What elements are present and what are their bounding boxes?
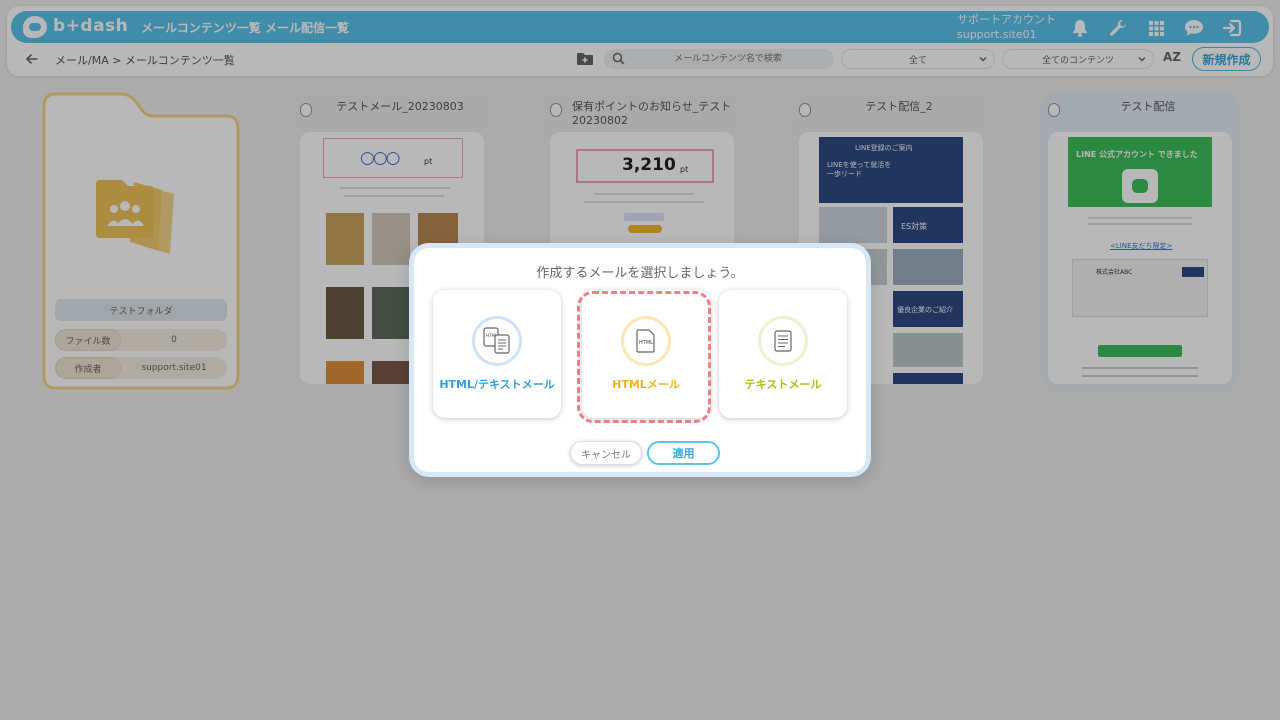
cancel-button[interactable]: キャンセル bbox=[570, 441, 642, 465]
option-label: HTML/テキストメール bbox=[439, 378, 555, 391]
option-label: テキストメール bbox=[744, 378, 822, 391]
option-html-text-mail[interactable]: HTML HTML/テキストメール bbox=[433, 290, 561, 418]
apply-button[interactable]: 適用 bbox=[647, 441, 720, 465]
option-text-mail[interactable]: テキストメール bbox=[719, 290, 847, 418]
text-mail-icon bbox=[758, 316, 808, 366]
dialog-title: 作成するメールを選択しましょう。 bbox=[536, 266, 744, 281]
html-text-mail-icon: HTML bbox=[472, 316, 522, 366]
selected-option-highlight bbox=[577, 291, 711, 423]
mail-type-dialog: 作成するメールを選択しましょう。 HTML HTML/テキストメール HTML … bbox=[409, 243, 871, 477]
